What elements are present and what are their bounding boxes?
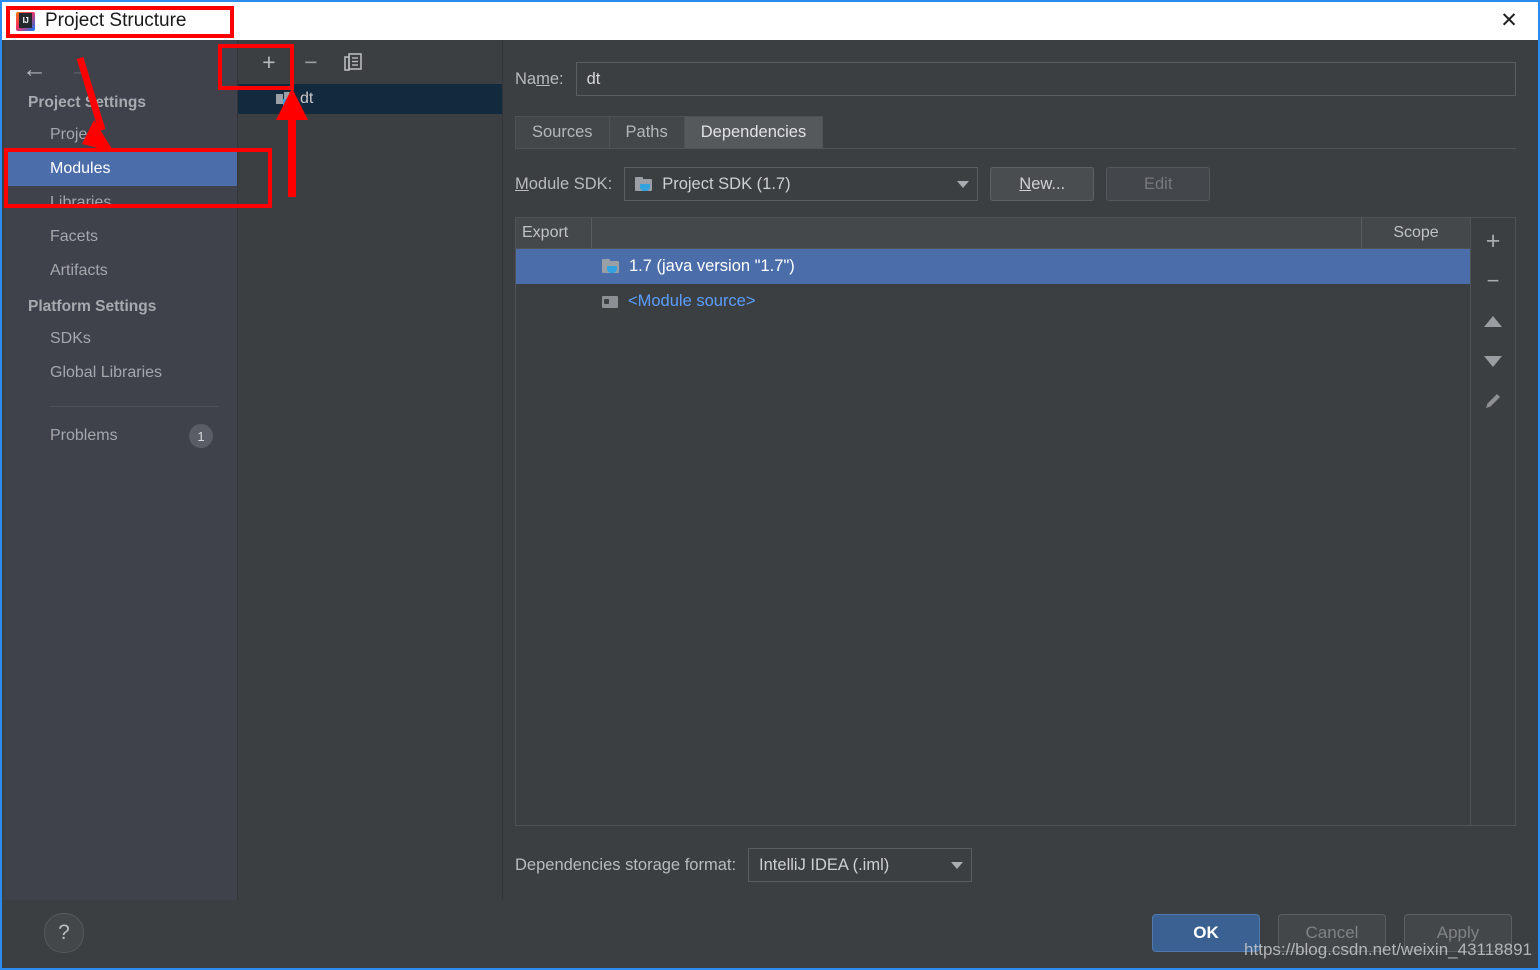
module-sdk-value: Project SDK (1.7) — [662, 174, 791, 193]
dependencies-side-toolbar: + − — [1470, 218, 1515, 825]
back-arrow-icon[interactable]: ← — [22, 56, 47, 82]
tree-item-module-dt[interactable]: dt — [238, 84, 502, 114]
chevron-down-icon — [951, 861, 964, 869]
module-name-input[interactable] — [575, 62, 1516, 96]
tree-item-label: dt — [300, 90, 314, 107]
edit-sdk-button: Edit — [1106, 167, 1211, 201]
cancel-button[interactable]: Cancel — [1278, 914, 1386, 952]
storage-format-dropdown[interactable]: IntelliJ IDEA (.iml) — [748, 848, 973, 882]
module-tabs: Sources Paths Dependencies — [515, 116, 1536, 148]
column-header-scope[interactable]: Scope — [1362, 218, 1470, 248]
sidebar-item-artifacts[interactable]: Artifacts — [4, 254, 237, 288]
module-source-icon — [602, 295, 619, 309]
module-tabs-wrap: Sources Paths Dependencies — [503, 116, 1536, 149]
sidebar-item-sdks[interactable]: SDKs — [4, 322, 237, 356]
dialog-body: ← → Project Settings Project Modules Lib… — [4, 40, 1536, 900]
modules-tree-panel: + − dt — [238, 40, 503, 900]
dependencies-table: Export Scope 1.7 (java version "1.7") <M… — [515, 217, 1516, 826]
sidebar-divider — [50, 406, 219, 407]
sidebar-item-label: Facets — [50, 228, 99, 245]
edit-dependency-button[interactable] — [1473, 382, 1513, 420]
pencil-icon — [1486, 394, 1500, 408]
storage-format-value: IntelliJ IDEA (.iml) — [759, 855, 890, 874]
project-structure-dialog: Project Structure ✕ ← → Project Settings… — [0, 0, 1540, 970]
sidebar-nav-arrows: ← → — [4, 40, 237, 84]
sidebar-item-label: Modules — [50, 160, 111, 177]
table-row[interactable]: 1.7 (java version "1.7") — [516, 249, 1470, 284]
storage-format-label: Dependencies storage format: — [515, 855, 737, 874]
dependencies-table-header: Export Scope — [516, 218, 1470, 249]
sidebar-item-libraries[interactable]: Libraries — [4, 186, 237, 220]
problems-count-badge: 1 — [189, 424, 213, 448]
modules-tree-list: dt — [238, 84, 502, 900]
sidebar-item-label: SDKs — [50, 330, 91, 347]
sidebar-item-project[interactable]: Project — [4, 118, 237, 152]
tab-dependencies[interactable]: Dependencies — [683, 116, 824, 148]
help-button[interactable]: ? — [44, 913, 84, 953]
storage-format-row: Dependencies storage format: IntelliJ ID… — [503, 826, 1536, 900]
ok-button[interactable]: OK — [1152, 914, 1260, 952]
sidebar-item-label: Artifacts — [50, 262, 108, 279]
intellij-idea-logo-icon — [16, 11, 35, 31]
add-dependency-button[interactable]: + — [1473, 222, 1513, 260]
sidebar-item-facets[interactable]: Facets — [4, 220, 237, 254]
dependency-label: 1.7 (java version "1.7") — [629, 257, 795, 275]
settings-sidebar: ← → Project Settings Project Modules Lib… — [4, 40, 238, 900]
chevron-down-icon — [957, 180, 970, 188]
module-sdk-label: Module SDK: — [515, 174, 613, 193]
tabs-underline — [515, 148, 1516, 149]
forward-arrow-icon: → — [69, 54, 94, 83]
column-header-export[interactable]: Export — [516, 218, 592, 248]
sidebar-group-platform-settings: Platform Settings — [28, 298, 157, 315]
dependency-label: <Module source> — [628, 292, 756, 310]
sidebar-item-label: Libraries — [50, 194, 112, 211]
close-icon[interactable]: ✕ — [1486, 4, 1532, 36]
tab-paths[interactable]: Paths — [608, 116, 685, 148]
apply-button[interactable]: Apply — [1404, 914, 1512, 952]
sidebar-group-project-settings: Project Settings — [28, 94, 146, 111]
cell-name: 1.7 (java version "1.7") — [592, 257, 1362, 276]
dependencies-table-main: Export Scope 1.7 (java version "1.7") <M… — [516, 218, 1470, 825]
module-sdk-dropdown[interactable]: Project SDK (1.7) — [624, 167, 979, 201]
remove-module-button[interactable]: − — [298, 49, 324, 75]
add-module-button[interactable]: + — [256, 49, 282, 75]
modules-tree-toolbar: + − — [238, 40, 502, 84]
jdk-icon — [602, 259, 620, 274]
sidebar-item-label: Problems — [50, 427, 118, 444]
titlebar-left: Project Structure — [2, 10, 187, 32]
window-titlebar: Project Structure ✕ — [2, 2, 1538, 40]
module-name-row: Name: — [503, 40, 1536, 96]
copy-module-icon[interactable] — [340, 49, 366, 75]
remove-dependency-button[interactable]: − — [1473, 262, 1513, 300]
footer-buttons: OK Cancel Apply — [1152, 914, 1512, 952]
sidebar-item-problems[interactable]: Problems 1 — [4, 419, 237, 453]
sidebar-item-label: Project — [50, 126, 100, 143]
dependencies-table-body: 1.7 (java version "1.7") <Module source> — [516, 249, 1470, 825]
dialog-footer: ? OK Cancel Apply — [4, 900, 1536, 966]
new-sdk-button[interactable]: New... — [990, 167, 1095, 201]
module-icon — [276, 92, 292, 106]
jdk-icon — [635, 176, 653, 192]
move-up-button[interactable] — [1473, 302, 1513, 340]
sidebar-item-label: Global Libraries — [50, 364, 163, 381]
arrow-up-icon — [1484, 315, 1502, 327]
cell-name: <Module source> — [592, 292, 1362, 311]
sidebar-item-modules[interactable]: Modules — [4, 152, 237, 186]
module-sdk-row: Module SDK: Project SDK (1.7) New... Edi… — [503, 149, 1536, 201]
tab-sources[interactable]: Sources — [515, 116, 610, 148]
column-header-name[interactable] — [592, 218, 1362, 248]
table-row[interactable]: <Module source> — [516, 284, 1470, 319]
arrow-down-icon — [1484, 355, 1502, 367]
sidebar-item-global-libraries[interactable]: Global Libraries — [4, 356, 237, 390]
window-title: Project Structure — [45, 10, 187, 31]
module-settings-panel: Name: Sources Paths Dependencies Module … — [503, 40, 1536, 900]
move-down-button[interactable] — [1473, 342, 1513, 380]
module-name-label: Name: — [515, 69, 564, 88]
